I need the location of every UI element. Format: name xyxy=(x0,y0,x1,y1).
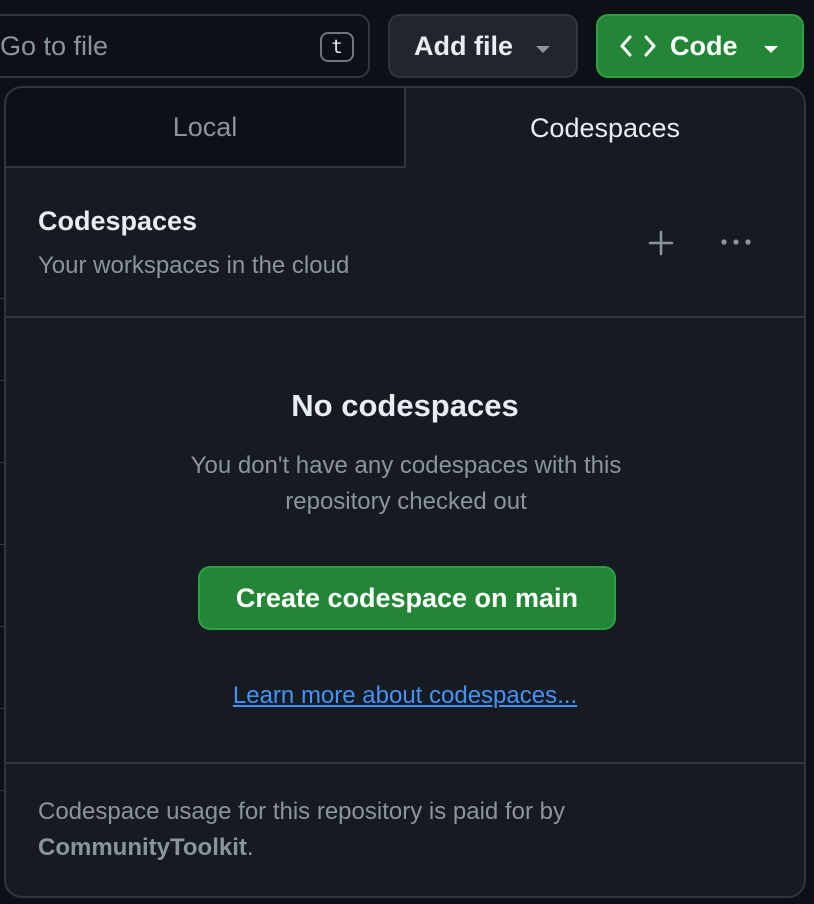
plus-icon[interactable] xyxy=(646,228,676,258)
learn-more-link[interactable]: Learn more about codespaces... xyxy=(6,682,804,710)
go-to-file-placeholder: Go to file xyxy=(0,30,109,61)
code-icon xyxy=(620,35,656,57)
codespaces-subtitle: Your workspaces in the cloud xyxy=(38,252,350,279)
code-button[interactable]: Code xyxy=(596,14,804,78)
code-dropdown-popover: Local Codespaces Codespaces Your workspa… xyxy=(4,86,806,898)
chevron-down-icon xyxy=(536,46,550,53)
codespaces-title: Codespaces xyxy=(38,206,198,236)
tab-codespaces[interactable]: Codespaces xyxy=(406,88,804,168)
empty-state-description: You don't have any codespaces with this … xyxy=(190,452,622,515)
chevron-down-icon xyxy=(764,46,778,53)
keyboard-shortcut-badge: t xyxy=(320,32,354,62)
tab-bar: Local Codespaces xyxy=(6,88,804,168)
billing-footer: Codespace usage for this repository is p… xyxy=(38,794,778,866)
empty-state-title: No codespaces xyxy=(291,388,519,423)
code-label: Code xyxy=(670,30,738,61)
codespaces-header: Codespaces Your workspaces in the cloud xyxy=(6,168,804,318)
add-file-label: Add file xyxy=(414,30,513,61)
kebab-horizontal-icon[interactable] xyxy=(716,234,756,250)
tab-local[interactable]: Local xyxy=(6,88,406,168)
add-file-button[interactable]: Add file xyxy=(388,14,578,78)
go-to-file-input[interactable]: Go to file t xyxy=(0,14,370,78)
empty-state: No codespaces You don't have any codespa… xyxy=(6,318,804,764)
footer-period: . xyxy=(246,834,254,861)
org-name: CommunityToolkit xyxy=(38,834,247,861)
footer-text: Codespace usage for this repository is p… xyxy=(38,798,565,825)
create-codespace-button[interactable]: Create codespace on main xyxy=(198,566,616,630)
page: Go to file t Add file Code Local Codespa… xyxy=(0,0,814,904)
